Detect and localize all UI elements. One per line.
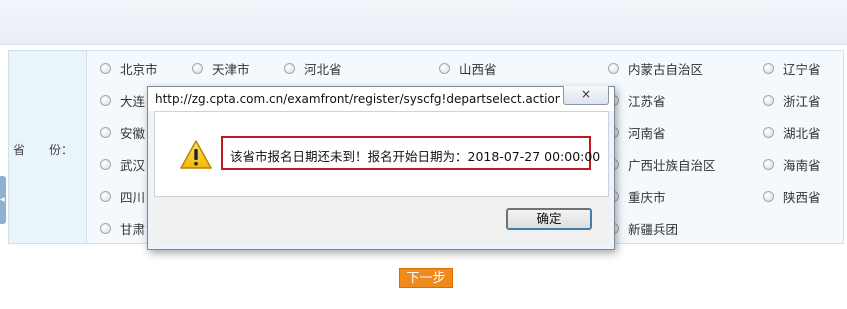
- close-button[interactable]: ×: [563, 86, 609, 105]
- close-icon: ×: [580, 87, 592, 101]
- province-option[interactable]: 重庆市: [608, 187, 666, 205]
- province-option[interactable]: 四川: [100, 187, 145, 205]
- province-option[interactable]: 湖北省: [763, 123, 821, 141]
- province-option[interactable]: 安徽: [100, 123, 145, 141]
- radio-button[interactable]: [608, 62, 619, 74]
- province-option[interactable]: 大连: [100, 91, 145, 109]
- province-label-cell: 省 份：: [9, 51, 87, 243]
- message-highlight-box: 该省市报名日期还未到！报名开始日期为：2018-07-27 00:00:00: [221, 136, 600, 170]
- radio-button[interactable]: [763, 126, 774, 138]
- province-option[interactable]: 广西壮族自治区: [608, 155, 716, 173]
- province-option[interactable]: 武汉: [100, 155, 145, 173]
- left-arrow-icon: ◀: [0, 196, 5, 203]
- province-option[interactable]: 辽宁省: [763, 59, 821, 77]
- dialog-title: http://zg.cpta.com.cn/examfront/register…: [155, 92, 560, 106]
- next-step-button[interactable]: 下一步: [399, 268, 453, 288]
- radio-button[interactable]: [763, 94, 774, 106]
- radio-button[interactable]: [192, 62, 203, 74]
- province-option[interactable]: 山西省: [439, 59, 497, 77]
- warning-icon: [180, 140, 212, 169]
- ok-button[interactable]: 确定: [506, 208, 592, 230]
- province-option[interactable]: 浙江省: [763, 91, 821, 109]
- top-banner: [0, 0, 847, 45]
- province-option[interactable]: 内蒙古自治区: [608, 59, 703, 77]
- radio-button[interactable]: [100, 126, 111, 138]
- province-option[interactable]: 河北省: [284, 59, 342, 77]
- province-option[interactable]: 海南省: [763, 155, 821, 173]
- radio-button[interactable]: [100, 158, 111, 170]
- province-option[interactable]: 河南省: [608, 123, 666, 141]
- dialog-footer: 确定: [154, 197, 609, 243]
- radio-button[interactable]: [763, 62, 774, 74]
- radio-button[interactable]: [284, 62, 295, 74]
- province-option[interactable]: 新疆兵团: [608, 219, 678, 237]
- dialog-body: 该省市报名日期还未到！报名开始日期为：2018-07-27 00:00:00: [154, 111, 609, 197]
- province-option[interactable]: 陕西省: [763, 187, 821, 205]
- radio-button[interactable]: [100, 190, 111, 202]
- province-option[interactable]: 北京市: [100, 59, 158, 77]
- province-label: 省 份：: [13, 143, 74, 157]
- province-option[interactable]: 江苏省: [608, 91, 666, 109]
- radio-button[interactable]: [100, 94, 111, 106]
- radio-button[interactable]: [100, 62, 111, 74]
- province-option[interactable]: 甘肃: [100, 219, 145, 237]
- province-option[interactable]: 天津市: [192, 59, 250, 77]
- radio-button[interactable]: [100, 222, 111, 234]
- alert-message: 该省市报名日期还未到！报名开始日期为：2018-07-27 00:00:00: [230, 149, 601, 164]
- radio-button[interactable]: [763, 190, 774, 202]
- radio-button[interactable]: [439, 62, 450, 74]
- radio-button[interactable]: [763, 158, 774, 170]
- dialog-titlebar: http://zg.cpta.com.cn/examfront/register…: [148, 86, 614, 111]
- alert-dialog: http://zg.cpta.com.cn/examfront/register…: [147, 86, 615, 250]
